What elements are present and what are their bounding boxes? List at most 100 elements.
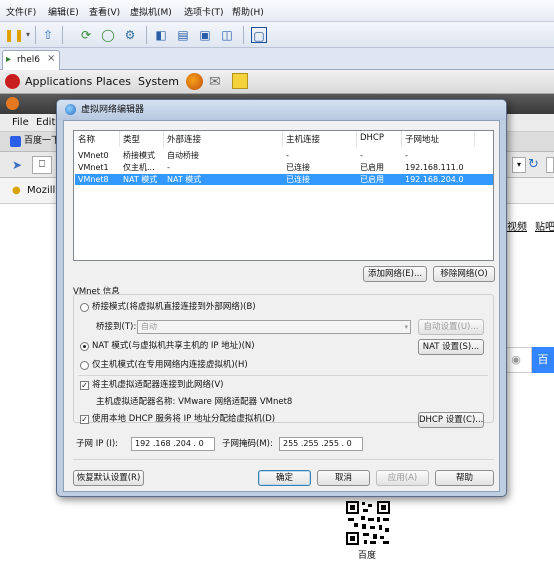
menu-vm[interactable]: 虚拟机(M) [130,5,172,18]
cell-subnet: 192.168.111.0 [405,163,464,172]
col-header-name[interactable]: 名称 [78,133,95,145]
qr-code [345,500,391,546]
thumbnail-bar-icon[interactable]: ▤ [175,27,191,43]
auto-settings-button[interactable]: 自动设置(U)... [418,319,484,335]
email-launcher-icon[interactable]: ✉ [209,74,221,90]
snapshot-manager-icon[interactable]: ⚙ [122,27,138,43]
baidu-link-tieba[interactable]: 贴吧 [535,222,554,233]
connect-adapter-label[interactable]: 将主机虚拟适配器连接到此网络(V) [92,380,223,391]
firefox-tab-title[interactable]: 百度一下 [24,136,60,147]
url-dropdown-icon[interactable]: ▾ [512,157,526,173]
search-box[interactable] [546,157,554,173]
restore-defaults-button[interactable]: 恢复默认设置(R) [73,470,144,486]
menu-view[interactable]: 查看(V) [89,5,120,18]
send-ctrl-alt-del-icon[interactable]: ⇧ [40,27,56,43]
qr-caption: 百度 [358,551,377,561]
col-header-host[interactable]: 主机连接 [286,133,320,145]
power-dropdown-icon[interactable]: ▾ [20,27,36,43]
virtual-network-editor-dialog: 虚拟网络编辑器 名称 类型 外部连接 主机连接 DHCP 子网地址 VMnet0… [56,99,507,497]
dialog-titlebar[interactable]: 虚拟网络编辑器 [57,100,506,120]
cell-dhcp: - [360,151,363,160]
bridge-mode-label[interactable]: 桥接模式(将虚拟机直接连接到外部网络)(B) [92,302,256,313]
cell-host: - [286,151,289,160]
firefox-menu-file[interactable]: File [12,117,29,128]
notes-launcher-icon[interactable] [232,73,248,89]
revert-snapshot-icon[interactable]: ◯ [100,27,116,43]
baidu-search-button[interactable]: 百 [532,347,554,373]
cell-external: 自动桥接 [167,151,199,160]
add-network-button[interactable]: 添加网络(E)... [363,266,427,282]
snapshot-icon[interactable]: ⟳ [78,27,94,43]
show-library-icon[interactable]: ◧ [153,27,169,43]
firefox-icon [6,97,19,110]
table-row[interactable]: VMnet1 仅主机... - 已连接 已启用 192.168.111.0 [75,162,493,173]
host-only-radio[interactable] [80,361,89,370]
col-header-external[interactable]: 外部连接 [167,133,201,145]
menu-edit[interactable]: 编辑(E) [48,5,79,18]
bridge-mode-radio[interactable] [80,303,89,312]
nat-mode-radio[interactable] [80,342,89,351]
help-button[interactable]: 帮助 [435,470,494,486]
ok-button[interactable]: 确定 [258,470,311,486]
bridge-to-label: 桥接到(T): [96,322,137,332]
cell-type: NAT 模式 [123,175,158,184]
unity-icon[interactable]: ◫ [219,27,235,43]
menu-file[interactable]: 文件(F) [6,5,36,18]
nat-mode-label[interactable]: NAT 模式(与虚拟机共享主机的 IP 地址)(N) [92,341,255,352]
lightbulb-icon: ● [12,185,21,196]
firefox-menu-edit[interactable]: Edit [36,117,55,128]
col-header-subnet[interactable]: 子网地址 [405,133,439,145]
table-row[interactable]: VMnet0 桥接模式 自动桥接 - - - [75,150,493,161]
network-globe-icon [65,104,76,115]
redhat-logo-icon [5,74,20,89]
dialog-body: 名称 类型 外部连接 主机连接 DHCP 子网地址 VMnet0 桥接模式 自动… [63,120,500,492]
back-icon[interactable]: ➤ [12,158,22,172]
reload-icon[interactable]: ↻ [528,157,539,172]
firefox-launcher-icon[interactable] [186,73,203,90]
host-only-label[interactable]: 仅主机模式(在专用网络内连接虚拟机)(H) [92,360,248,371]
use-dhcp-label[interactable]: 使用本地 DHCP 服务将 IP 地址分配给虚拟机(D) [92,414,275,425]
col-header-type[interactable]: 类型 [123,133,140,145]
use-dhcp-checkbox[interactable]: ✓ [80,415,89,424]
dhcp-settings-button[interactable]: DHCP 设置(C)... [418,412,484,428]
cell-host: 已连接 [286,163,310,172]
cell-external: NAT 模式 [167,175,202,184]
table-row-selected[interactable]: VMnet8 NAT 模式 NAT 模式 已连接 已启用 192.168.204… [75,174,493,185]
cell-external: - [167,163,170,172]
close-tab-icon[interactable]: × [47,53,55,64]
subnet-ip-label: 子网 IP (I): [76,439,119,449]
vm-running-icon: ▸ [6,54,12,65]
chevron-down-icon: ▾ [404,323,408,331]
cell-dhcp: 已启用 [360,175,384,184]
tab-rhel6[interactable]: ▸ rhel6 × [2,50,60,70]
vmware-menubar: 文件(F) 编辑(E) 查看(V) 虚拟机(M) 选项卡(T) 帮助(H) [0,0,554,22]
dialog-title: 虚拟网络编辑器 [81,105,145,115]
cell-host: 已连接 [286,175,310,184]
lock-icon[interactable]: ⎕ [32,156,52,174]
network-list[interactable]: 名称 类型 外部连接 主机连接 DHCP 子网地址 VMnet0 桥接模式 自动… [73,130,494,261]
cell-subnet: 192.168.204.0 [405,175,464,184]
suspend-icon[interactable]: ❚❚ [4,27,24,43]
vmware-tab-strip: ▸ rhel6 × [0,48,554,70]
menu-help[interactable]: 帮助(H) [232,5,264,18]
apply-button[interactable]: 应用(A) [376,470,429,486]
bridge-to-select[interactable]: 自动 ▾ [137,320,411,334]
console-view-icon[interactable]: ▢ [251,27,267,43]
menu-tabs[interactable]: 选项卡(T) [184,5,224,18]
system-menu[interactable]: System [138,75,179,88]
nat-settings-button[interactable]: NAT 设置(S)... [418,339,484,355]
col-header-dhcp[interactable]: DHCP [360,133,384,143]
places-menu[interactable]: Places [96,75,131,88]
cell-dhcp: 已启用 [360,163,384,172]
cell-subnet: - [405,151,408,160]
cancel-button[interactable]: 取消 [317,470,370,486]
full-screen-icon[interactable]: ▣ [197,27,213,43]
subnet-mask-input[interactable]: 255 .255 .255 . 0 [279,437,363,451]
subnet-ip-input[interactable]: 192 .168 .204 . 0 [131,437,215,451]
baidu-link-video[interactable]: 视频 [507,222,527,233]
remove-network-button[interactable]: 移除网络(O) [433,266,495,282]
cell-type: 仅主机... [123,163,155,172]
vmware-toolbar: ❚❚ ▾ ⇧ ⟳ ◯ ⚙ ◧ ▤ ▣ ◫ ▢ [0,22,554,48]
applications-menu[interactable]: Applications [25,75,92,88]
connect-adapter-checkbox[interactable]: ✓ [80,381,89,390]
